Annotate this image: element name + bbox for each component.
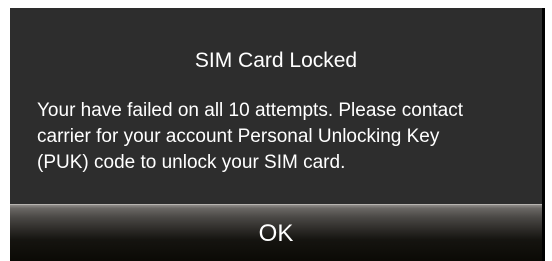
dialog-message: Your have failed on all 10 attempts. Ple… [37,98,537,176]
screen: SIM Card Locked Your have failed on all … [0,0,552,261]
dialog-edge [542,8,545,261]
dialog-title: SIM Card Locked [194,49,358,72]
ok-button-label: OK [258,220,294,247]
sim-locked-dialog: SIM Card Locked Your have failed on all … [10,8,545,261]
message-line: Your have failed on all 10 attempts. Ple… [37,100,464,121]
ok-button[interactable]: OK [10,204,542,261]
message-line: (PUK) code to unlock your SIM card. [37,152,346,173]
message-line: carrier for your account Personal Unlock… [37,126,440,147]
